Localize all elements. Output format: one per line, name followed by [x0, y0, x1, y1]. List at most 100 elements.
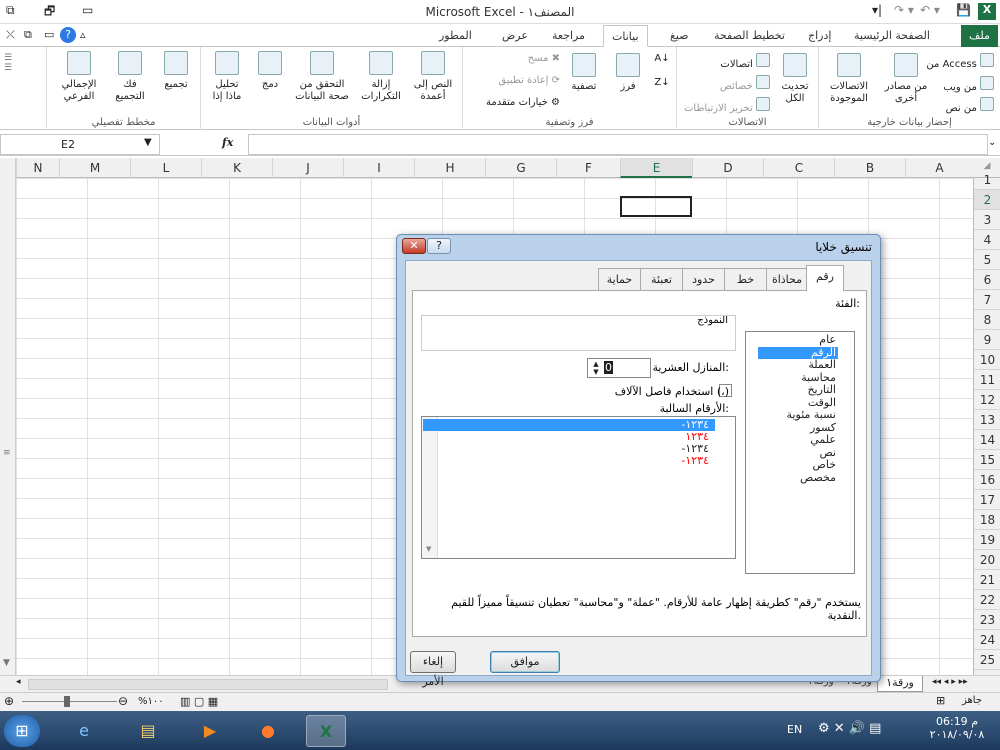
negative-format-item[interactable]: -١٢٣٤: [423, 419, 715, 431]
file-explorer-icon[interactable]: ▤: [128, 715, 168, 747]
sheet-tab-1[interactable]: ورقة١: [877, 676, 923, 692]
category-item[interactable]: مخصص: [758, 471, 838, 484]
from-text-button[interactable]: من نص: [946, 97, 994, 114]
column-header-b[interactable]: B: [834, 158, 905, 178]
category-item[interactable]: خاص: [758, 459, 838, 471]
row-header-24[interactable]: 24: [974, 630, 1000, 650]
dialog-tab-5[interactable]: حماية: [598, 268, 641, 290]
group-button[interactable]: تجميع: [156, 51, 196, 91]
category-item[interactable]: نسبة مئوية: [758, 409, 838, 421]
connections-button[interactable]: اتصالات: [720, 53, 770, 70]
hscroll-left-icon[interactable]: ◂: [16, 677, 21, 687]
filter-button[interactable]: تصفية: [564, 53, 604, 93]
workbook-restore-icon[interactable]: ⧉: [24, 28, 32, 42]
category-item[interactable]: الرقم: [758, 346, 838, 359]
zoom-out-icon[interactable]: ⊖: [118, 694, 128, 708]
sort-button[interactable]: فرز: [608, 53, 648, 93]
media-player-icon[interactable]: ▶: [190, 715, 230, 747]
category-item[interactable]: نص: [758, 446, 838, 459]
dialog-tab-3[interactable]: حدود: [682, 268, 725, 290]
row-header-2[interactable]: 2: [974, 190, 1000, 210]
formula-input[interactable]: [248, 134, 988, 155]
subtotal-button[interactable]: الإجمالي الفرعي: [54, 51, 104, 103]
ribbon-collapse-icon[interactable]: ▵: [80, 28, 86, 41]
tab-formulas[interactable]: صيغ: [662, 25, 697, 47]
dialog-tab-1[interactable]: محاذاة: [766, 268, 808, 290]
negative-numbers-list[interactable]: ▲ ▼ -١٢٣٤١٢٣٤-١٢٣٤-١٢٣٤: [421, 416, 736, 559]
row-header-14[interactable]: 14: [974, 430, 1000, 450]
macro-record-icon[interactable]: ⊞: [936, 694, 945, 707]
zoom-level[interactable]: %١٠٠: [138, 696, 164, 707]
language-indicator[interactable]: EN: [787, 723, 802, 736]
row-header-22[interactable]: 22: [974, 590, 1000, 610]
row-header-23[interactable]: 23: [974, 610, 1000, 630]
row-header-15[interactable]: 15: [974, 450, 1000, 470]
decimal-places-stepper[interactable]: ▲ ▼ 0: [587, 358, 651, 378]
help-icon[interactable]: ?: [60, 27, 76, 43]
tray-icons[interactable]: ⚙ ✕ 🔊 ▤: [818, 721, 881, 736]
row-header-12[interactable]: 12: [974, 390, 1000, 410]
column-header-d[interactable]: D: [692, 158, 763, 178]
dialog-tab-0[interactable]: رقم: [806, 265, 844, 291]
category-item[interactable]: علمي: [758, 434, 838, 446]
tab-insert[interactable]: إدراج: [800, 25, 839, 47]
row-header-3[interactable]: 3: [974, 210, 1000, 230]
negative-format-item[interactable]: -١٢٣٤: [423, 443, 715, 455]
scroll-down-icon[interactable]: ▼: [426, 545, 431, 553]
tab-data[interactable]: بيانات: [603, 25, 648, 47]
row-header-20[interactable]: 20: [974, 550, 1000, 570]
scroll-down-icon[interactable]: ▼: [3, 658, 10, 668]
vertical-scrollbar[interactable]: ≡ ▼: [0, 158, 16, 678]
save-icon[interactable]: 💾: [956, 3, 971, 17]
properties-button[interactable]: خصائص: [720, 75, 770, 92]
redo-icon[interactable]: ↷ ▾: [894, 3, 914, 17]
tab-view[interactable]: عرض: [494, 25, 536, 47]
row-header-5[interactable]: 5: [974, 250, 1000, 270]
column-header-j[interactable]: J: [272, 158, 343, 178]
row-header-6[interactable]: 6: [974, 270, 1000, 290]
refresh-all-button[interactable]: تحديث الكل: [776, 53, 814, 105]
consolidate-button[interactable]: دمج: [252, 51, 288, 91]
row-header-4[interactable]: 4: [974, 230, 1000, 250]
clock[interactable]: 06:19 م ٢٠١٨/٠٩/٠٨: [918, 715, 996, 741]
ungroup-button[interactable]: فك التجميع: [106, 51, 154, 103]
remove-duplicates-button[interactable]: إزالة التكرارات: [356, 51, 406, 103]
negative-format-item[interactable]: -١٢٣٤: [423, 455, 715, 467]
data-validation-button[interactable]: التحقق من صحة البيانات: [290, 51, 354, 103]
undo-icon[interactable]: ↶ ▾: [920, 3, 940, 17]
column-header-i[interactable]: I: [343, 158, 414, 178]
column-header-g[interactable]: G: [485, 158, 556, 178]
zoom-in-icon[interactable]: ⊕: [4, 694, 14, 708]
column-header-h[interactable]: H: [414, 158, 485, 178]
column-header-m[interactable]: M: [59, 158, 130, 178]
horizontal-scrollbar[interactable]: [28, 679, 388, 690]
column-header-n[interactable]: N: [16, 158, 59, 178]
dialog-tab-2[interactable]: خط: [724, 268, 767, 290]
firefox-icon[interactable]: ●: [248, 715, 288, 747]
from-access-button[interactable]: من Access: [926, 53, 994, 70]
category-item[interactable]: التاريخ: [758, 384, 838, 396]
active-cell[interactable]: [620, 196, 692, 217]
start-button-icon[interactable]: ⊞: [4, 715, 40, 747]
workbook-minimize-icon[interactable]: ▭: [44, 28, 54, 41]
category-item[interactable]: العملة: [758, 359, 838, 371]
insert-function-icon[interactable]: fx: [222, 136, 233, 149]
column-header-l[interactable]: L: [130, 158, 201, 178]
qat-customize-icon[interactable]: ▾|: [872, 3, 882, 17]
category-item[interactable]: الوقت: [758, 396, 838, 409]
name-box-dropdown-icon[interactable]: ▼: [144, 137, 152, 148]
excel-logo-icon[interactable]: X: [978, 3, 996, 20]
negative-format-item[interactable]: ١٢٣٤: [423, 431, 715, 443]
sheet-nav-icon[interactable]: ◂◂ ◂ ▸ ▸▸: [932, 677, 968, 687]
column-header-f[interactable]: F: [556, 158, 620, 178]
excel-taskbar-icon[interactable]: X: [306, 715, 346, 747]
cancel-button[interactable]: إلغاء الأمر: [410, 651, 456, 688]
formula-expand-icon[interactable]: ⌄: [988, 137, 996, 148]
dialog-tab-4[interactable]: تعبئة: [640, 268, 683, 290]
text-to-columns-button[interactable]: النص إلى أعمدة: [408, 51, 458, 103]
category-item[interactable]: محاسبة: [758, 371, 838, 384]
row-header-16[interactable]: 16: [974, 470, 1000, 490]
decimal-places-input[interactable]: 0: [604, 361, 613, 374]
tab-file[interactable]: ملف: [961, 25, 998, 47]
tab-page-layout[interactable]: تخطيط الصفحة: [706, 25, 793, 47]
